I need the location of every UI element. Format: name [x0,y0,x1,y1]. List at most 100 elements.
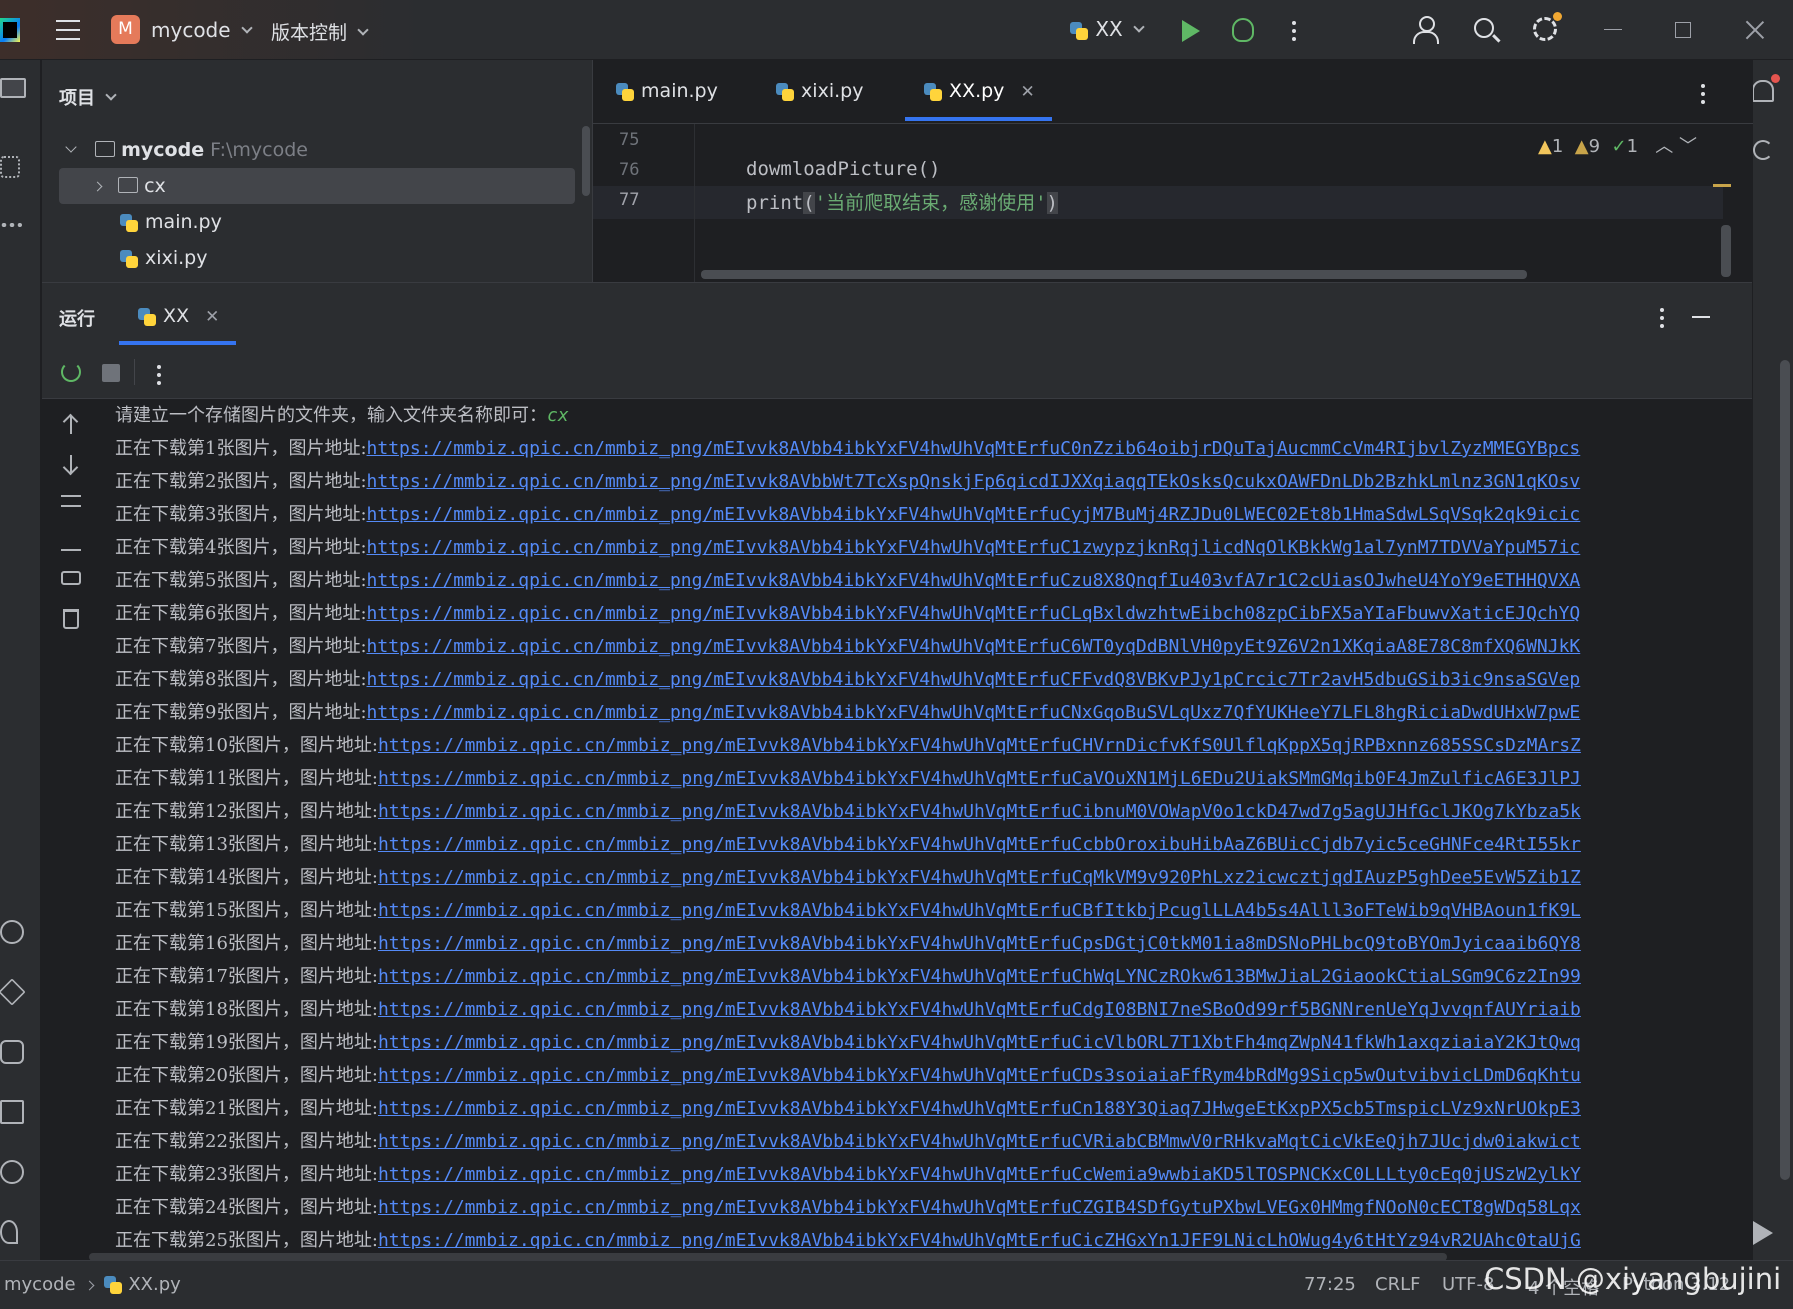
run-toolbar-more-icon[interactable] [157,373,161,377]
run-icon[interactable] [1182,20,1200,42]
project-panel-header[interactable]: 项目 [59,84,117,110]
close-icon[interactable] [1745,20,1765,40]
tree-item-cx[interactable]: cx [59,168,575,204]
breadcrumb[interactable]: mycode XX.py [4,1274,181,1295]
git-icon[interactable] [0,1220,18,1244]
image-url-link[interactable]: https://mmbiz.qpic.cn/mmbiz_png/mEIvvk8A… [367,636,1581,657]
image-url-link[interactable]: https://mmbiz.qpic.cn/mmbiz_png/mEIvvk8A… [367,702,1581,723]
more-actions-icon[interactable] [1292,29,1296,33]
editor-horizontal-scrollbar[interactable] [701,270,1527,279]
tree-item-label: cx [144,175,166,197]
close-tab-icon[interactable]: ✕ [205,307,219,327]
image-url-link[interactable]: https://mmbiz.qpic.cn/mmbiz_png/mEIvvk8A… [378,999,1581,1020]
image-url-link[interactable]: https://mmbiz.qpic.cn/mmbiz_png/mEIvvk8A… [378,1164,1581,1185]
settings-icon[interactable] [1533,12,1562,41]
rerun-icon[interactable] [61,362,81,382]
scroll-to-end-icon[interactable] [61,531,81,551]
image-url-link[interactable]: https://mmbiz.qpic.cn/mmbiz_png/mEIvvk8A… [367,537,1581,558]
breadcrumb-project[interactable]: mycode [4,1274,76,1295]
image-url-link[interactable]: https://mmbiz.qpic.cn/mmbiz_png/mEIvvk8A… [378,834,1581,855]
image-url-link[interactable]: https://mmbiz.qpic.cn/mmbiz_png/mEIvvk8A… [378,801,1581,822]
image-url-link[interactable]: https://mmbiz.qpic.cn/mmbiz_png/mEIvvk8A… [378,933,1581,954]
scroll-down-icon[interactable] [61,454,81,474]
console-vertical-scrollbar[interactable] [1780,360,1790,1180]
search-icon[interactable] [1474,18,1494,38]
inspection-widget[interactable]: ▲1 ▲9 ✓1 ︿ ﹀ [1538,132,1697,158]
chevron-up-icon[interactable]: ︿ [1655,136,1673,157]
console-line-prefix: 正在下载第4张图片，图片地址: [115,537,367,558]
image-url-link[interactable]: https://mmbiz.qpic.cn/mmbiz_png/mEIvvk8A… [367,570,1581,591]
add-user-icon[interactable] [1413,16,1439,44]
close-tab-icon[interactable]: ✕ [1020,82,1034,102]
python-packages-icon[interactable] [0,920,24,944]
console-line-prefix: 正在下载第1张图片，图片地址: [115,438,367,459]
structure-icon[interactable] [0,156,20,178]
image-url-link[interactable]: https://mmbiz.qpic.cn/mmbiz_png/mEIvvk8A… [378,768,1581,789]
run-panel-more-icon[interactable] [1660,316,1664,320]
collapse-arrow-icon[interactable] [92,181,103,192]
image-url-link[interactable]: https://mmbiz.qpic.cn/mmbiz_png/mEIvvk8A… [378,1131,1581,1152]
chevron-down-icon[interactable]: ﹀ [1679,136,1697,157]
tab-xixi-py[interactable]: xixi.py [775,80,863,102]
image-url-link[interactable]: https://mmbiz.qpic.cn/mmbiz_png/mEIvvk8A… [378,735,1581,756]
image-url-link[interactable]: https://mmbiz.qpic.cn/mmbiz_png/mEIvvk8A… [367,603,1581,624]
scroll-up-icon[interactable] [61,415,81,435]
run-tab-xx[interactable]: XX ✕ [137,305,219,327]
chevron-down-icon [105,89,117,101]
image-url-link[interactable]: https://mmbiz.qpic.cn/mmbiz_png/mEIvvk8A… [367,471,1581,492]
image-url-link[interactable]: https://mmbiz.qpic.cn/mmbiz_png/mEIvvk8A… [378,1230,1581,1249]
project-tool-icon[interactable] [0,78,26,98]
tab-xx-py[interactable]: XX.py ✕ [923,80,1035,102]
line-ending[interactable]: CRLF [1375,1274,1420,1295]
editor-vertical-scrollbar[interactable] [1721,225,1731,277]
code-line-77[interactable]: print('当前爬取结束，感谢使用') [746,188,1058,215]
image-url-link[interactable]: https://mmbiz.qpic.cn/mmbiz_png/mEIvvk8A… [378,1065,1581,1086]
print-icon[interactable] [61,571,81,585]
stop-icon[interactable] [102,364,120,382]
debug-icon[interactable] [1232,18,1254,42]
run-side-icon[interactable] [1753,1221,1773,1245]
code-line-76[interactable]: dowmloadPicture() [746,158,940,180]
image-url-link[interactable]: https://mmbiz.qpic.cn/mmbiz_png/mEIvvk8A… [378,1197,1581,1218]
image-url-link[interactable]: https://mmbiz.qpic.cn/mmbiz_png/mEIvvk8A… [378,900,1581,921]
ai-assistant-icon[interactable] [1753,140,1773,160]
run-config-selector[interactable]: XX [1069,17,1145,41]
image-url-link[interactable]: https://mmbiz.qpic.cn/mmbiz_png/mEIvvk8A… [367,504,1581,525]
problems-icon[interactable] [0,1160,24,1184]
layers-icon[interactable] [0,978,26,1006]
weak-warning-count: 9 [1588,136,1601,157]
main-menu-icon[interactable] [56,20,80,40]
console-line-prefix: 正在下载第13张图片，图片地址: [115,834,378,855]
expand-arrow-icon[interactable] [65,140,77,153]
console-line: 正在下载第5张图片，图片地址:https://mmbiz.qpic.cn/mmb… [115,564,1750,597]
clear-console-icon[interactable] [63,609,79,629]
project-scrollbar[interactable] [582,126,590,196]
terminal-icon[interactable] [0,1100,24,1124]
tree-root[interactable]: mycode F:\mycode [59,132,575,168]
tab-label: XX.py [949,80,1005,102]
caret-position[interactable]: 77:25 [1304,1274,1356,1295]
hide-panel-icon[interactable] [1692,316,1710,318]
tree-item-main-py[interactable]: main.py [59,204,575,240]
chevron-down-icon [240,22,253,34]
tree-item-xixi-py[interactable]: xixi.py [59,240,575,276]
soft-wrap-icon[interactable] [61,495,81,507]
minimize-icon[interactable] [1604,29,1622,30]
maximize-icon[interactable] [1675,22,1691,38]
image-url-link[interactable]: https://mmbiz.qpic.cn/mmbiz_png/mEIvvk8A… [378,1098,1581,1119]
console-output[interactable]: 请建立一个存储图片的文件夹，输入文件夹名称即可：cx 正在下载第1张图片，图片地… [115,399,1750,1249]
services-icon[interactable] [0,1040,24,1064]
breadcrumb-file[interactable]: XX.py [128,1274,180,1295]
notifications-icon[interactable] [1752,74,1780,102]
image-url-link[interactable]: https://mmbiz.qpic.cn/mmbiz_png/mEIvvk8A… [378,867,1581,888]
image-url-link[interactable]: https://mmbiz.qpic.cn/mmbiz_png/mEIvvk8A… [367,669,1581,690]
project-switcher[interactable]: mycode [151,18,253,42]
more-tools-icon[interactable] [0,223,22,227]
editor-more-icon[interactable] [1701,92,1705,96]
project-badge[interactable]: M [111,15,140,44]
image-url-link[interactable]: https://mmbiz.qpic.cn/mmbiz_png/mEIvvk8A… [367,438,1581,459]
image-url-link[interactable]: https://mmbiz.qpic.cn/mmbiz_png/mEIvvk8A… [378,1032,1581,1053]
image-url-link[interactable]: https://mmbiz.qpic.cn/mmbiz_png/mEIvvk8A… [378,966,1581,987]
tab-main-py[interactable]: main.py [615,80,718,102]
vcs-menu[interactable]: 版本控制 [271,18,369,45]
